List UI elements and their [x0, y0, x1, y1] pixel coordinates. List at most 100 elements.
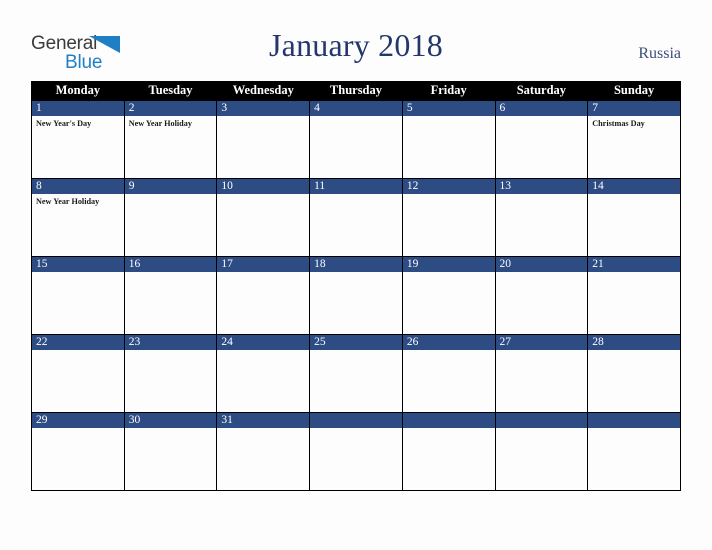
day-number: 13 — [495, 179, 588, 194]
weekday-header-monday: Monday — [31, 81, 125, 101]
day-number: 7 — [588, 101, 680, 116]
day-cell-27[interactable]: 27 — [494, 334, 589, 413]
day-cell-30[interactable]: 30 — [123, 412, 218, 491]
day-cell-inner: 3 — [217, 101, 310, 178]
day-cell-28[interactable]: 28 — [587, 334, 681, 413]
day-event-list — [125, 272, 217, 275]
day-cell-inner: 13 — [495, 179, 588, 256]
day-number: 28 — [588, 335, 680, 350]
day-number — [402, 413, 495, 428]
day-cell-5[interactable]: 5 — [401, 100, 496, 179]
day-event-list — [496, 194, 588, 197]
day-event-list — [496, 116, 588, 119]
day-cell-6[interactable]: 6 — [494, 100, 589, 179]
day-cell-24[interactable]: 24 — [216, 334, 311, 413]
day-number: 23 — [124, 335, 217, 350]
day-cell-10[interactable]: 10 — [216, 178, 311, 257]
holiday-event: New Year Holiday — [36, 197, 100, 206]
day-cell-14[interactable]: 14 — [587, 178, 681, 257]
day-cell-inner: 6 — [495, 101, 588, 178]
day-number: 16 — [124, 257, 217, 272]
day-cell-31[interactable]: 31 — [216, 412, 311, 491]
day-cell-7[interactable]: 7 Christmas Day — [587, 100, 681, 179]
day-number: 3 — [217, 101, 310, 116]
day-event-list — [217, 194, 309, 197]
day-cell-inner: 31 — [217, 413, 310, 490]
day-cell-inner: 15 — [32, 257, 124, 334]
country-label: Russia — [638, 45, 681, 62]
day-number: 25 — [310, 335, 402, 350]
day-number — [495, 413, 588, 428]
day-number: 8 — [32, 179, 124, 194]
day-cell-inner: 8 New Year Holiday — [32, 179, 124, 256]
day-event-list — [496, 428, 588, 431]
day-cell-1[interactable]: 1 New Year's Day — [31, 100, 125, 179]
day-cell-inner: 17 — [217, 257, 310, 334]
day-cell-22[interactable]: 22 — [31, 334, 125, 413]
day-cell-inner: 25 — [310, 335, 402, 412]
day-cell-inner: 2 New Year Holiday — [124, 101, 217, 178]
day-cell-inner — [588, 413, 680, 490]
day-number: 24 — [217, 335, 310, 350]
day-cell-empty[interactable] — [401, 412, 496, 491]
day-cell-inner: 9 — [124, 179, 217, 256]
day-number — [588, 413, 680, 428]
day-event-list — [125, 194, 217, 197]
weekday-header-row: Monday Tuesday Wednesday Thursday Friday Satu… — [31, 81, 681, 101]
calendar-week-row: 8 New Year Holiday 9 10 11 12 13 14 — [31, 178, 681, 257]
day-cell-empty[interactable] — [587, 412, 681, 491]
day-cell-inner: 7 Christmas Day — [588, 101, 680, 178]
day-cell-12[interactable]: 12 — [401, 178, 496, 257]
holiday-event: New Year's Day — [36, 119, 92, 128]
day-cell-16[interactable]: 16 — [123, 256, 218, 335]
day-cell-2[interactable]: 2 New Year Holiday — [123, 100, 218, 179]
day-event-list — [588, 428, 680, 431]
day-number: 22 — [32, 335, 124, 350]
calendar-header-row: Monday Tuesday Wednesday Thursday Friday Satu… — [31, 81, 681, 101]
day-cell-inner: 1 New Year's Day — [32, 101, 124, 178]
day-event-list — [403, 272, 495, 275]
day-cell-inner: 26 — [402, 335, 495, 412]
day-event-list — [310, 272, 402, 275]
calendar-week-row: 22 23 24 25 26 27 28 — [31, 334, 681, 413]
day-cell-18[interactable]: 18 — [309, 256, 403, 335]
day-cell-15[interactable]: 15 — [31, 256, 125, 335]
day-cell-inner — [402, 413, 495, 490]
day-cell-empty[interactable] — [309, 412, 403, 491]
day-cell-20[interactable]: 20 — [494, 256, 589, 335]
day-cell-empty[interactable] — [494, 412, 589, 491]
page-title: January 2018 — [269, 27, 443, 63]
calendar-week-row: 15 16 17 18 19 20 21 — [31, 256, 681, 335]
weekday-header-sunday: Sunday — [587, 81, 681, 101]
day-event-list — [403, 428, 495, 431]
day-cell-inner: 5 — [402, 101, 495, 178]
day-cell-26[interactable]: 26 — [401, 334, 496, 413]
day-cell-29[interactable]: 29 — [31, 412, 125, 491]
day-number: 26 — [402, 335, 495, 350]
holiday-event: New Year Holiday — [128, 119, 192, 128]
day-cell-8[interactable]: 8 New Year Holiday — [31, 178, 125, 257]
day-number: 9 — [124, 179, 217, 194]
day-cell-17[interactable]: 17 — [216, 256, 311, 335]
day-cell-11[interactable]: 11 — [309, 178, 403, 257]
day-number: 15 — [32, 257, 124, 272]
day-number: 2 — [124, 101, 217, 116]
day-cell-4[interactable]: 4 — [309, 100, 403, 179]
day-event-list — [125, 428, 217, 431]
day-cell-inner: 22 — [32, 335, 124, 412]
day-number: 10 — [217, 179, 310, 194]
day-cell-13[interactable]: 13 — [494, 178, 589, 257]
day-cell-19[interactable]: 19 — [401, 256, 496, 335]
day-event-list — [310, 194, 402, 197]
day-cell-25[interactable]: 25 — [309, 334, 403, 413]
day-cell-3[interactable]: 3 — [216, 100, 311, 179]
day-cell-inner: 18 — [310, 257, 402, 334]
day-event-list — [217, 350, 309, 353]
day-event-list: Christmas Day — [588, 116, 680, 129]
day-number: 29 — [32, 413, 124, 428]
day-cell-9[interactable]: 9 — [123, 178, 218, 257]
day-event-list — [496, 350, 588, 353]
day-cell-23[interactable]: 23 — [123, 334, 218, 413]
day-cell-21[interactable]: 21 — [587, 256, 681, 335]
day-cell-inner: 4 — [310, 101, 402, 178]
